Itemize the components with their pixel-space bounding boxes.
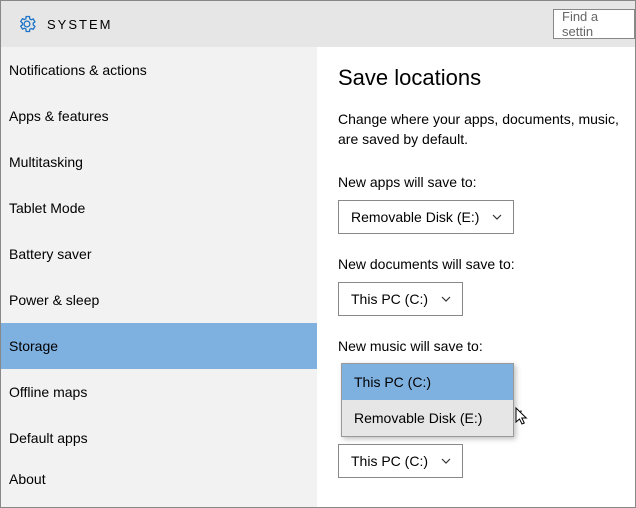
save-location-group-music: New music will save to: <box>338 338 635 354</box>
sidebar-item-label: Battery saver <box>9 246 91 262</box>
sidebar-item-about[interactable]: About <box>1 461 317 497</box>
sidebar-item-label: Offline maps <box>9 384 87 400</box>
sidebar-item-label: Apps & features <box>9 108 109 124</box>
extra-location-combo[interactable]: This PC (C:) <box>338 444 463 478</box>
content-pane: Save locations Change where your apps, d… <box>318 47 635 507</box>
sidebar-item-label: Storage <box>9 338 58 354</box>
sidebar-item-tablet-mode[interactable]: Tablet Mode <box>1 185 317 231</box>
sidebar-item-label: Notifications & actions <box>9 62 147 78</box>
save-location-group-apps: New apps will save to: Removable Disk (E… <box>338 174 635 256</box>
sidebar-item-label: Multitasking <box>9 154 83 170</box>
option-label: This PC (C:) <box>354 374 431 390</box>
combo-value: This PC (C:) <box>351 291 428 307</box>
sidebar-item-multitasking[interactable]: Multitasking <box>1 139 317 185</box>
search-input[interactable]: Find a settin <box>553 9 635 39</box>
chevron-down-icon <box>440 293 452 305</box>
sidebar-item-battery-saver[interactable]: Battery saver <box>1 231 317 277</box>
combo-value: This PC (C:) <box>351 453 428 469</box>
sidebar-item-notifications[interactable]: Notifications & actions <box>1 47 317 93</box>
chevron-down-icon <box>440 455 452 467</box>
body: Notifications & actions Apps & features … <box>1 47 635 507</box>
dropdown-option-this-pc[interactable]: This PC (C:) <box>342 364 513 400</box>
sidebar-item-storage[interactable]: Storage <box>1 323 317 369</box>
page-description: Change where your apps, documents, music… <box>338 109 635 150</box>
option-label: Removable Disk (E:) <box>354 410 482 426</box>
page-title: Save locations <box>338 65 635 91</box>
sidebar-item-default-apps[interactable]: Default apps <box>1 415 317 461</box>
header-title: SYSTEM <box>47 17 112 32</box>
sidebar: Notifications & actions Apps & features … <box>1 47 318 507</box>
group-label: New music will save to: <box>338 338 635 354</box>
documents-location-combo[interactable]: This PC (C:) <box>338 282 463 316</box>
sidebar-item-apps-features[interactable]: Apps & features <box>1 93 317 139</box>
gear-icon <box>17 14 37 34</box>
sidebar-item-offline-maps[interactable]: Offline maps <box>1 369 317 415</box>
sidebar-item-label: Default apps <box>9 430 88 446</box>
sidebar-item-label: Power & sleep <box>9 292 99 308</box>
save-location-group-extra: This PC (C:) <box>338 444 635 500</box>
dropdown-option-removable-disk[interactable]: Removable Disk (E:) <box>342 400 513 436</box>
cursor-icon <box>515 407 531 427</box>
group-label: New apps will save to: <box>338 174 635 190</box>
sidebar-item-label: Tablet Mode <box>9 200 85 216</box>
music-location-dropdown[interactable]: This PC (C:) Removable Disk (E:) <box>341 363 514 437</box>
chevron-down-icon <box>491 211 503 223</box>
sidebar-item-power-sleep[interactable]: Power & sleep <box>1 277 317 323</box>
group-label: New documents will save to: <box>338 256 635 272</box>
search-placeholder: Find a settin <box>562 9 626 39</box>
sidebar-item-label: About <box>9 471 46 487</box>
apps-location-combo[interactable]: Removable Disk (E:) <box>338 200 514 234</box>
combo-value: Removable Disk (E:) <box>351 209 479 225</box>
header-bar: SYSTEM Find a settin <box>1 1 635 47</box>
save-location-group-documents: New documents will save to: This PC (C:) <box>338 256 635 338</box>
